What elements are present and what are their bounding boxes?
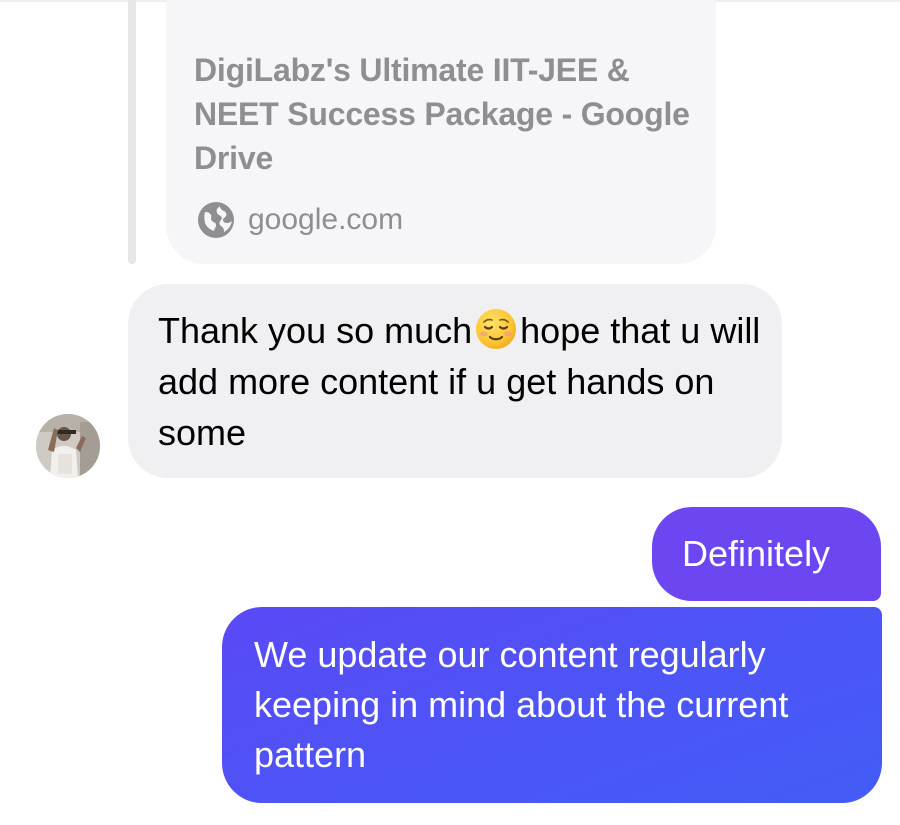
chat-thread: DigiLabz's Ultimate IIT-JEE & NEET Succe… [0,0,900,825]
outgoing-message-text: Definitely [682,533,831,574]
incoming-text-part-1: Thank you so much [158,310,473,351]
relieved-face-emoji [476,309,517,349]
avatar[interactable] [36,414,100,478]
link-preview-domain: google.com [248,203,404,236]
outgoing-message-bubble[interactable]: Definitely [652,507,881,601]
avatar-photo [36,414,100,478]
link-preview-source: google.com [196,198,403,242]
link-preview-title[interactable]: DigiLabz's Ultimate IIT-JEE & NEET Succe… [194,48,694,180]
incoming-message-text: Thank you so much hope that u will add m… [158,305,768,458]
reply-indicator-bar [128,0,136,264]
outgoing-message-bubble[interactable]: We update our content regularly keeping … [222,607,882,803]
outgoing-message-text: We update our content regularly keeping … [254,634,789,775]
globe-icon [198,202,234,238]
